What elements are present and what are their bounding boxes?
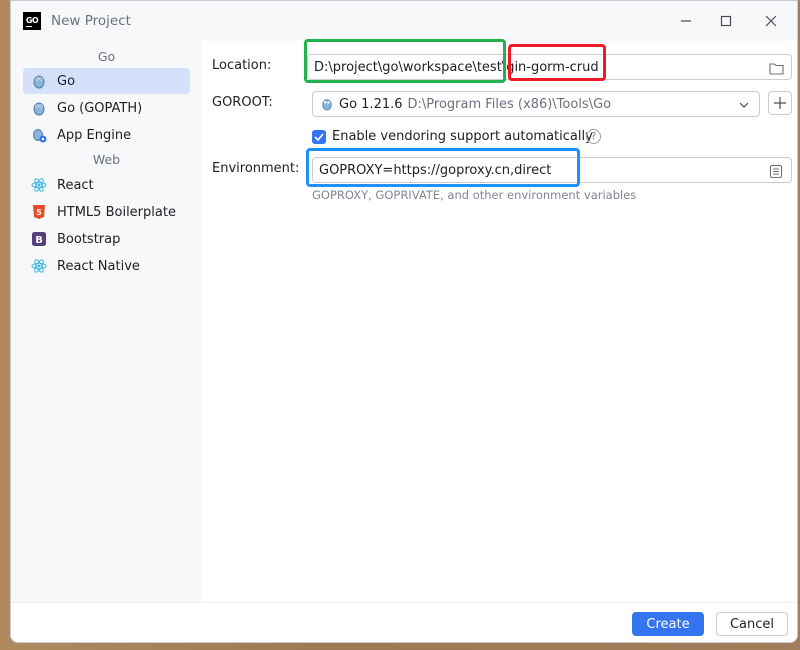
bootstrap-icon: B — [31, 231, 47, 247]
checkmark-icon — [314, 133, 324, 141]
browse-folder-button[interactable] — [767, 59, 785, 77]
sidebar-item-label: App Engine — [57, 127, 132, 143]
environment-input[interactable]: GOPROXY=https://goproxy.cn,direct — [312, 157, 792, 183]
sidebar-item-label: React Native — [57, 258, 140, 274]
html5-icon: 5 — [31, 204, 47, 220]
title-bar: GO New Project — [11, 1, 797, 41]
sidebar-item-label: React — [57, 177, 94, 193]
location-project-name: gin-gorm-crud — [506, 59, 599, 75]
sidebar-item-label: Go (GOPATH) — [57, 100, 143, 116]
group-label-web: Web — [92, 152, 121, 167]
goroot-path: D:\Program Files (x86)\Tools\Go — [407, 96, 612, 112]
close-icon — [765, 15, 777, 27]
sidebar-item-go[interactable]: Go — [23, 68, 190, 94]
list-icon — [770, 164, 782, 178]
gopher-icon — [31, 73, 47, 89]
react-icon — [31, 177, 47, 193]
add-sdk-button[interactable] — [768, 91, 792, 115]
sidebar-item-label: Bootstrap — [57, 231, 121, 247]
minimize-icon — [681, 20, 691, 22]
sidebar-item-app-engine[interactable]: App Engine — [23, 122, 190, 148]
edit-environment-button[interactable] — [767, 162, 785, 180]
environment-label: Environment: — [212, 161, 300, 176]
location-field[interactable]: D:\project\go\workspace\test\ gin-gorm-cr… — [307, 54, 792, 80]
window-title: New Project — [51, 13, 131, 29]
vendoring-checkbox[interactable] — [312, 130, 326, 144]
react-icon — [31, 258, 47, 274]
environment-hint: GOPROXY, GOPRIVATE, and other environmen… — [312, 188, 637, 202]
svg-text:B: B — [35, 235, 43, 246]
cancel-button[interactable]: Cancel — [716, 612, 788, 636]
goroot-version: Go 1.21.6 — [339, 96, 403, 112]
sidebar-item-label: Go — [57, 73, 76, 89]
vendoring-label[interactable]: Enable vendoring support automatically — [332, 129, 593, 144]
app-engine-icon — [31, 127, 47, 143]
location-label: Location: — [212, 58, 272, 73]
chevron-down-icon[interactable] — [735, 96, 753, 114]
create-button[interactable]: Create — [632, 612, 704, 636]
project-type-sidebar: Go Go Go (GOPATH) App Engine Web React 5… — [11, 41, 202, 602]
project-settings-panel: Location: D:\project\go\workspace\test\ g… — [202, 39, 797, 602]
minimize-button[interactable] — [673, 9, 699, 33]
folder-icon — [768, 62, 784, 75]
dialog-footer: Create Cancel — [11, 602, 797, 642]
group-label-go: Go — [97, 49, 116, 64]
sidebar-item-label: HTML5 Boilerplate — [57, 204, 176, 220]
sidebar-item-react-native[interactable]: React Native — [23, 253, 190, 279]
maximize-icon — [720, 15, 732, 27]
sidebar-item-bootstrap[interactable]: B Bootstrap — [23, 226, 190, 252]
gopher-icon — [31, 100, 47, 116]
help-icon[interactable]: ? — [586, 129, 601, 144]
svg-text:5: 5 — [36, 208, 42, 217]
sidebar-item-react[interactable]: React — [23, 172, 190, 198]
maximize-button[interactable] — [713, 9, 739, 33]
sidebar-item-html5-boilerplate[interactable]: 5 HTML5 Boilerplate — [23, 199, 190, 225]
goroot-label: GOROOT: — [212, 95, 273, 110]
goroot-select[interactable]: Go 1.21.6 D:\Program Files (x86)\Tools\G… — [312, 91, 760, 117]
close-button[interactable] — [758, 9, 784, 33]
location-path-prefix: D:\project\go\workspace\test\ — [314, 59, 507, 75]
environment-value: GOPROXY=https://goproxy.cn,direct — [319, 162, 552, 178]
sidebar-item-go-gopath[interactable]: Go (GOPATH) — [23, 95, 190, 121]
plus-icon — [774, 97, 786, 109]
goland-logo-icon: GO — [23, 12, 41, 30]
gopher-icon — [319, 96, 335, 112]
new-project-dialog: GO New Project Go Go Go (GOPATH) App Eng… — [10, 0, 798, 643]
